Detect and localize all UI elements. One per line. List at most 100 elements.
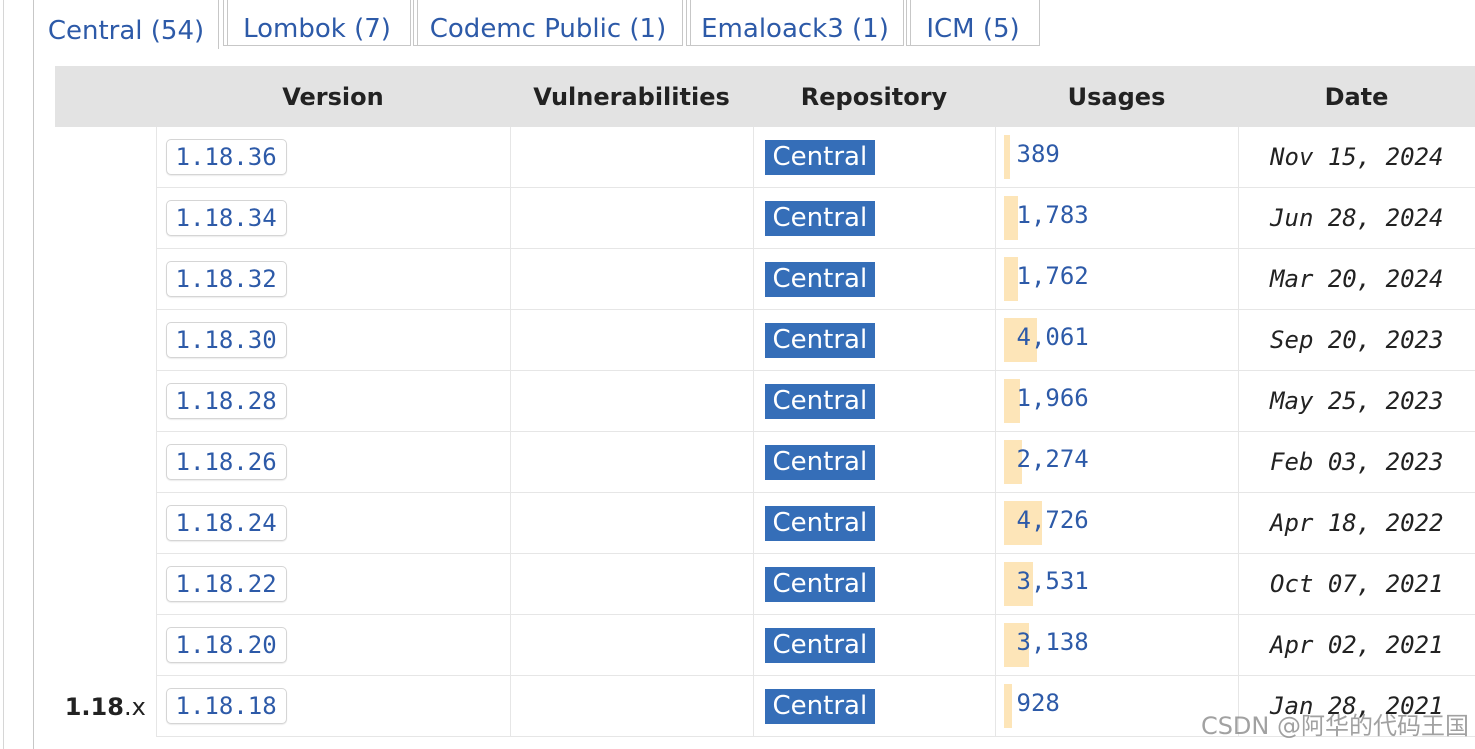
repository-badge[interactable]: Central [764,139,876,175]
usages-cell: 3,531 [994,553,1238,615]
table-header-row: Version Vulnerabilities Repository Usage… [55,66,1475,127]
usages-link[interactable]: 4,061 [1017,323,1089,351]
table-row: 1.18.24 Central 4,726 Apr 18, 2022 [55,492,1475,554]
usages-header: Usages [995,66,1238,127]
date-cell: May 25, 2023 [1237,370,1475,432]
repository-badge[interactable]: Central [764,261,876,297]
vulnerabilities-cell [509,492,753,554]
usages-cell: 1,783 [994,187,1238,249]
table-row: 1.18.34 Central 1,783 Jun 28, 2024 [55,187,1475,249]
version-cell: 1.18.32 [155,248,510,310]
usages-cell: 3,138 [994,614,1238,676]
tab-lombok[interactable]: Lombok (7) [223,0,411,46]
version-cell: 1.18.28 [155,370,510,432]
usages-cell: 1,762 [994,248,1238,310]
repository-header: Repository [753,66,995,127]
left-border [3,0,4,749]
version-group-label: 1.18.x [55,127,156,737]
version-link[interactable]: 1.18.24 [165,505,287,541]
repository-cell: Central [752,248,995,310]
date-cell: Sep 20, 2023 [1237,309,1475,371]
group-header [55,66,156,127]
vulnerabilities-cell [509,431,753,493]
repository-badge[interactable]: Central [764,383,876,419]
vulnerabilities-cell [509,675,753,737]
date-cell: Feb 03, 2023 [1237,431,1475,493]
usages-link[interactable]: 2,274 [1017,445,1089,473]
usages-cell: 389 [994,127,1238,188]
version-link[interactable]: 1.18.28 [165,383,287,419]
usages-link[interactable]: 1,783 [1017,201,1089,229]
version-link[interactable]: 1.18.36 [165,139,287,175]
table-row: 1.18.30 Central 4,061 Sep 20, 2023 [55,309,1475,371]
repository-badge[interactable]: Central [764,566,876,602]
vulnerabilities-header: Vulnerabilities [510,66,753,127]
usages-link[interactable]: 3,138 [1017,628,1089,656]
usages-link[interactable]: 1,966 [1017,384,1089,412]
usages-link[interactable]: 3,531 [1017,567,1089,595]
tab-codemc-public[interactable]: Codemc Public (1) [413,0,683,46]
repository-cell: Central [752,492,995,554]
date-header: Date [1238,66,1475,127]
repository-cell: Central [752,187,995,249]
date-cell: Apr 02, 2021 [1237,614,1475,676]
usage-bar [1003,684,1012,728]
usages-cell: 4,061 [994,309,1238,371]
repository-badge[interactable]: Central [764,627,876,663]
repository-cell: Central [752,614,995,676]
date-cell: Jun 28, 2024 [1237,187,1475,249]
vulnerabilities-cell [509,553,753,615]
version-link[interactable]: 1.18.32 [165,261,287,297]
table-row: 1.18.26 Central 2,274 Feb 03, 2023 [55,431,1475,493]
usage-bar [1003,196,1018,240]
date-cell: Nov 15, 2024 [1237,127,1475,188]
table-row: 1.18.22 Central 3,531 Oct 07, 2021 [55,553,1475,615]
table-row: 1.18.28 Central 1,966 May 25, 2023 [55,370,1475,432]
repository-cell: Central [752,431,995,493]
version-cell: 1.18.18 [155,675,510,737]
usage-bar [1003,135,1010,179]
vulnerabilities-cell [509,187,753,249]
repository-cell: Central [752,675,995,737]
tab-label: Lombok (7) [243,13,391,44]
versions-table: Version Vulnerabilities Repository Usage… [55,66,1475,737]
version-header: Version [156,66,510,127]
version-link[interactable]: 1.18.18 [165,688,287,724]
repository-cell: Central [752,553,995,615]
version-link[interactable]: 1.18.20 [165,627,287,663]
repository-badge[interactable]: Central [764,444,876,480]
usages-cell: 1,966 [994,370,1238,432]
group-suffix: .x [123,692,146,721]
tab-label: ICM (5) [926,13,1020,44]
tab-label: Codemc Public (1) [429,13,667,44]
repository-badge[interactable]: Central [764,505,876,541]
repository-badge[interactable]: Central [764,322,876,358]
version-cell: 1.18.22 [155,553,510,615]
tab-emaloack3[interactable]: Emaloack3 (1) [686,0,904,46]
version-link[interactable]: 1.18.30 [165,322,287,358]
version-cell: 1.18.34 [155,187,510,249]
version-link[interactable]: 1.18.22 [165,566,287,602]
usages-link[interactable]: 1,762 [1017,262,1089,290]
tab-central[interactable]: Central (54) [33,0,219,49]
version-cell: 1.18.36 [155,127,510,188]
tab-icm[interactable]: ICM (5) [906,0,1040,46]
vulnerabilities-cell [509,248,753,310]
version-link[interactable]: 1.18.26 [165,444,287,480]
version-link[interactable]: 1.18.34 [165,200,287,236]
table-row: 1.18.x 1.18.36 Central 389 Nov 15, 2024 [55,127,1475,721]
table-row: 1.18.20 Central 3,138 Apr 02, 2021 [55,614,1475,676]
usage-bar [1003,257,1018,301]
version-cell: 1.18.20 [155,614,510,676]
usages-link[interactable]: 928 [1017,689,1060,717]
repository-cell: Central [752,309,995,371]
repository-badge[interactable]: Central [764,688,876,724]
usages-link[interactable]: 389 [1017,140,1060,168]
vulnerabilities-cell [509,309,753,371]
usages-cell: 4,726 [994,492,1238,554]
date-cell: Mar 20, 2024 [1237,248,1475,310]
repository-badge[interactable]: Central [764,200,876,236]
date-cell: Apr 18, 2022 [1237,492,1475,554]
usages-link[interactable]: 4,726 [1017,506,1089,534]
usages-cell: 2,274 [994,431,1238,493]
